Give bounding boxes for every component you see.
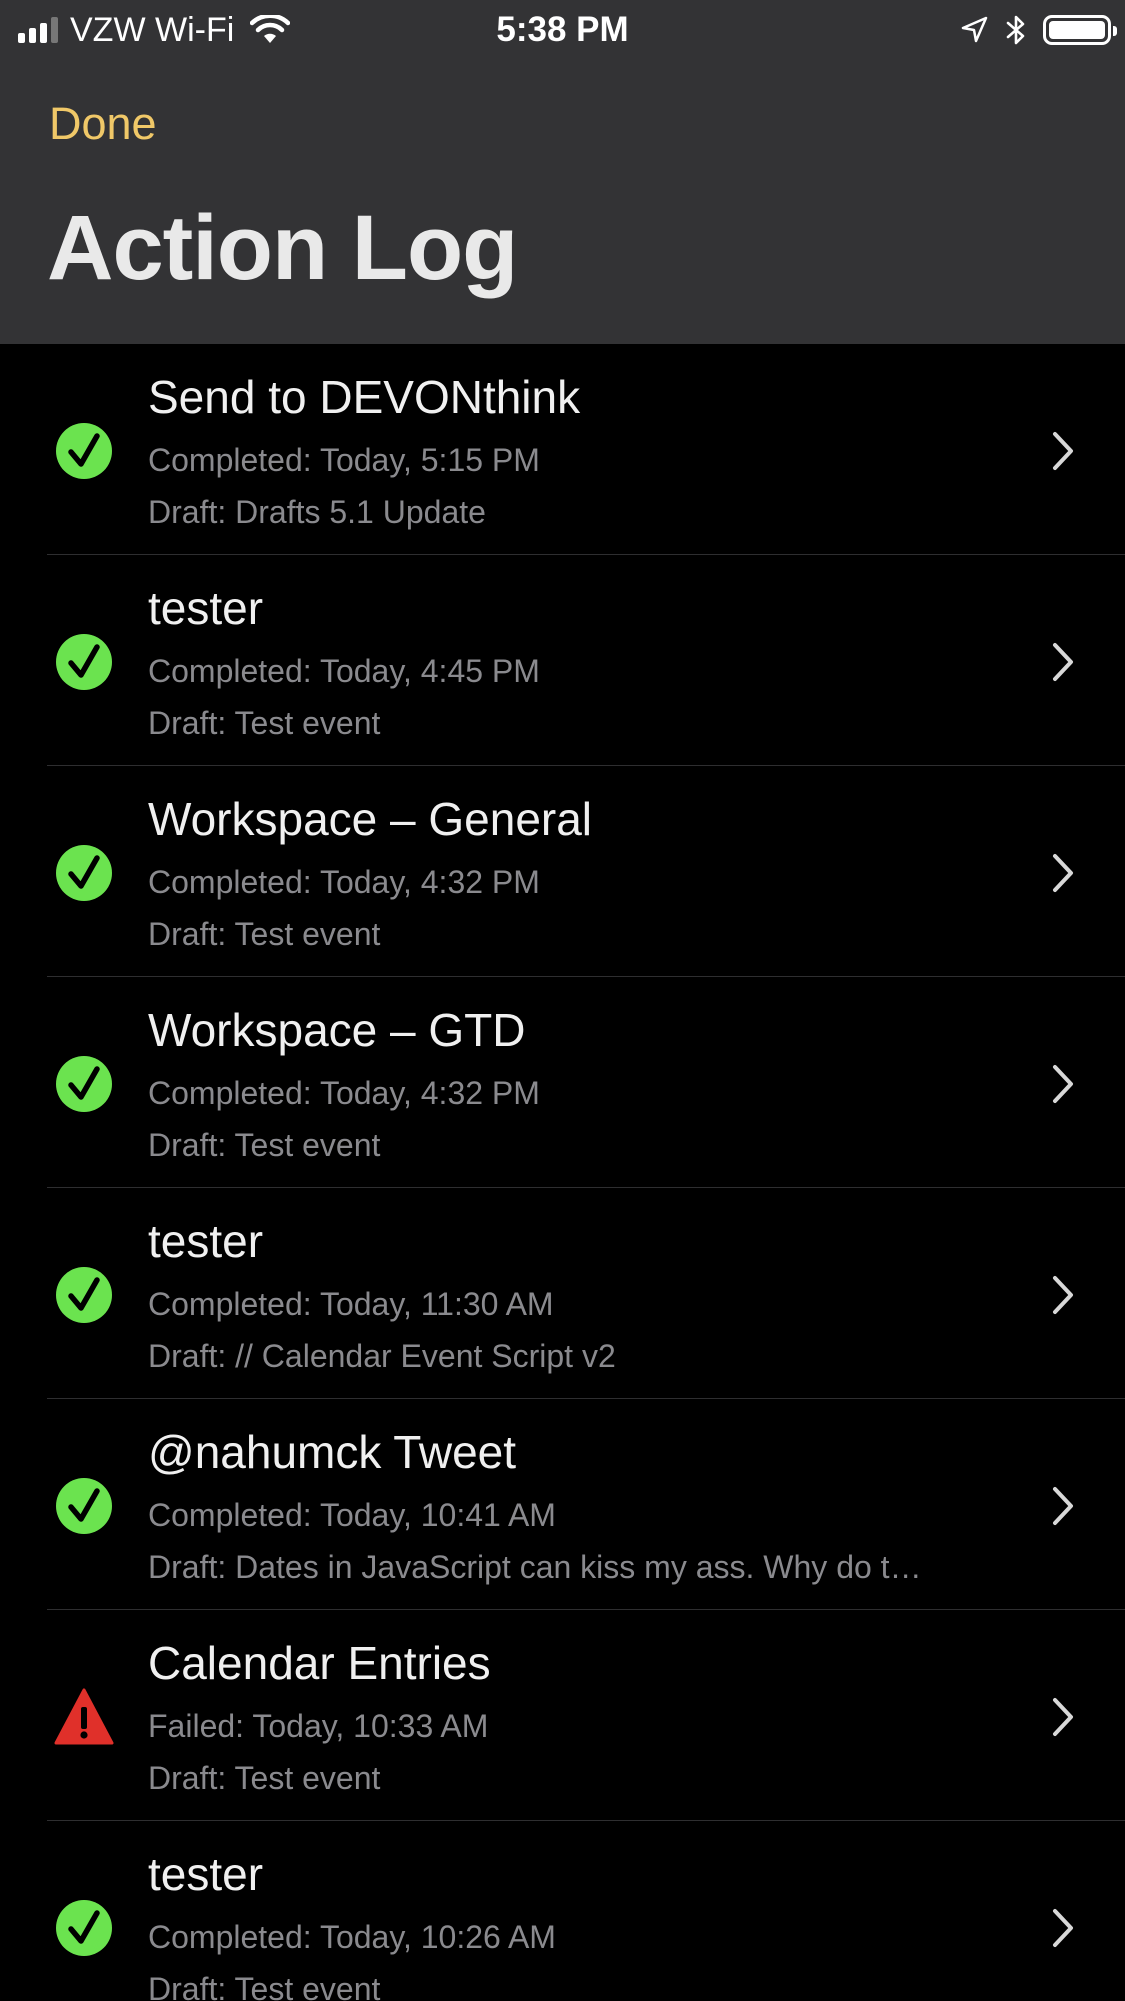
log-entry-draft: Draft: Test event	[148, 1971, 381, 2001]
log-entry-draft: Draft: Dates in JavaScript can kiss my a…	[148, 1549, 922, 1585]
done-button[interactable]: Done	[49, 98, 157, 150]
log-entry-title: tester	[148, 1215, 264, 1267]
chevron-right-icon	[1053, 1698, 1073, 1736]
log-entry-draft: Draft: Test event	[148, 1127, 381, 1163]
log-entry-draft: Draft: // Calendar Event Script v2	[148, 1338, 616, 1374]
chevron-right-icon	[1053, 432, 1073, 470]
chevron-right-icon	[1053, 854, 1073, 892]
status-bar: VZW Wi-Fi 5:38 PM	[0, 0, 1125, 62]
checkmark-circle-icon	[56, 423, 112, 479]
log-entry-row[interactable]: @nahumck Tweet Completed: Today, 10:41 AM…	[0, 1399, 1125, 1610]
log-entry-row[interactable]: tester Completed: Today, 11:30 AM Draft: /…	[0, 1188, 1125, 1399]
log-entry-title: tester	[148, 1848, 264, 1900]
log-entry-row[interactable]: tester Completed: Today, 4:45 PM Draft: Te…	[0, 555, 1125, 766]
log-entry-row[interactable]: Send to DEVONthink Completed: Today, 5:15…	[0, 344, 1125, 555]
checkmark-circle-icon	[56, 845, 112, 901]
log-entry-status: Completed: Today, 11:30 AM	[148, 1286, 554, 1322]
chevron-right-icon	[1053, 1487, 1073, 1525]
log-entry-row[interactable]: Calendar Entries Failed: Today, 10:33 AM D…	[0, 1610, 1125, 1821]
log-entry-title: @nahumck Tweet	[148, 1426, 517, 1478]
log-entry-title: Calendar Entries	[148, 1637, 491, 1689]
log-entry-status: Completed: Today, 4:45 PM	[148, 653, 540, 689]
status-bar-right	[959, 8, 1117, 52]
checkmark-circle-icon	[56, 1478, 112, 1534]
log-entry-title: Workspace – GTD	[148, 1004, 526, 1056]
log-entry-status: Completed: Today, 4:32 PM	[148, 864, 540, 900]
checkmark-circle-icon	[56, 1900, 112, 1956]
bluetooth-icon	[1006, 15, 1025, 45]
chevron-right-icon	[1053, 1065, 1073, 1103]
page-title: Action Log	[47, 197, 518, 299]
log-entry-row[interactable]: Workspace – GTD Completed: Today, 4:32 PM…	[0, 977, 1125, 1188]
log-entry-draft: Draft: Drafts 5.1 Update	[148, 494, 486, 530]
action-log-screen: VZW Wi-Fi 5:38 PM Done Action Log Send t…	[0, 0, 1125, 2001]
log-entry-row[interactable]: Workspace – General Completed: Today, 4:3…	[0, 766, 1125, 977]
chevron-right-icon	[1053, 1276, 1073, 1314]
log-entry-row[interactable]: tester Completed: Today, 10:26 AM Draft: T…	[0, 1821, 1125, 2001]
log-entry-title: Send to DEVONthink	[148, 371, 581, 423]
checkmark-circle-icon	[56, 634, 112, 690]
checkmark-circle-icon	[56, 1056, 112, 1112]
log-entry-status: Completed: Today, 10:41 AM	[148, 1497, 556, 1533]
log-entry-status: Completed: Today, 4:32 PM	[148, 1075, 540, 1111]
log-entry-draft: Draft: Test event	[148, 1760, 381, 1796]
chevron-right-icon	[1053, 1909, 1073, 1947]
log-entry-status: Completed: Today, 10:26 AM	[148, 1919, 556, 1955]
status-time: 5:38 PM	[496, 10, 629, 49]
log-entry-title: tester	[148, 582, 264, 634]
log-entry-status: Completed: Today, 5:15 PM	[148, 442, 540, 478]
log-entry-title: Workspace – General	[148, 793, 593, 845]
log-entry-draft: Draft: Test event	[148, 916, 381, 952]
action-log-list: Send to DEVONthink Completed: Today, 5:15…	[0, 344, 1125, 2001]
warning-triangle-icon	[54, 1688, 114, 1745]
checkmark-circle-icon	[56, 1267, 112, 1323]
log-entry-draft: Draft: Test event	[148, 705, 381, 741]
chevron-right-icon	[1053, 643, 1073, 681]
navigation-bar: Done Action Log	[0, 62, 1125, 344]
battery-icon	[1043, 15, 1117, 45]
log-entry-status: Failed: Today, 10:33 AM	[148, 1708, 489, 1744]
location-arrow-icon	[961, 16, 988, 43]
